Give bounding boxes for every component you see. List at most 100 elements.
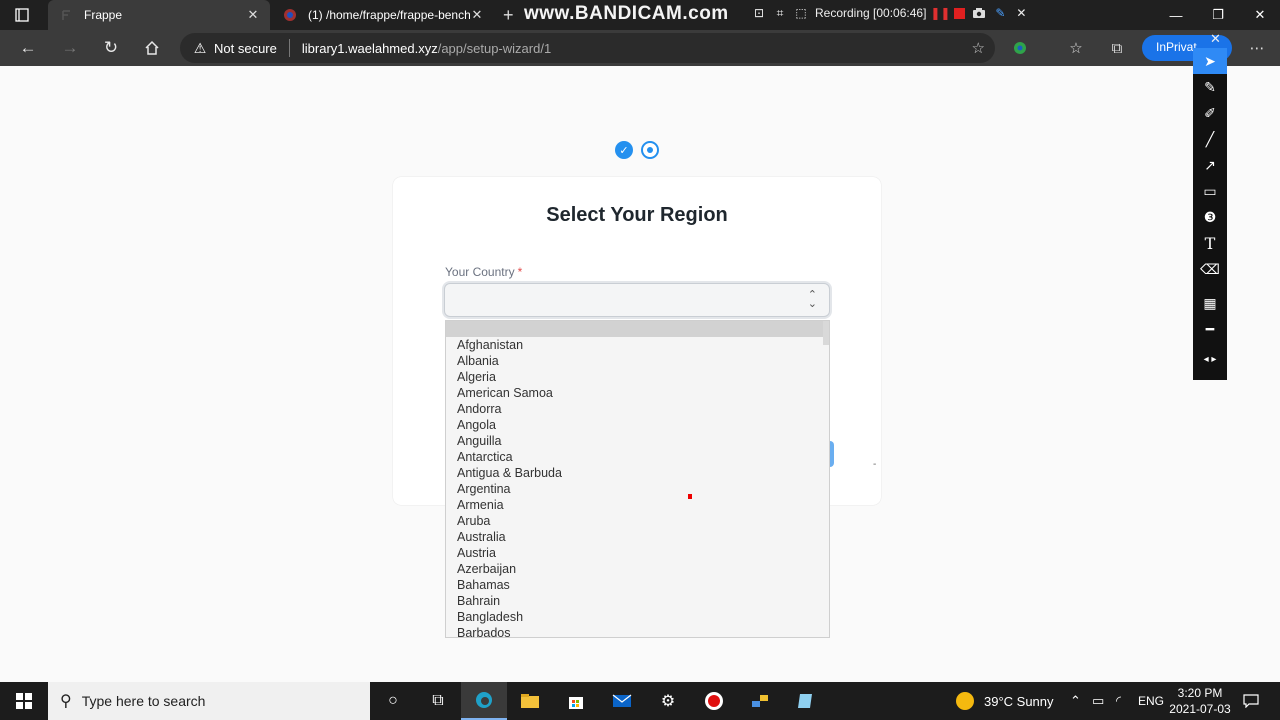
clock-date: 2021-07-03: [1169, 702, 1231, 716]
favorites-icon[interactable]: ☆: [1066, 38, 1086, 58]
country-select[interactable]: ⌃ ⌄: [444, 283, 830, 317]
window-close-button[interactable]: ✕: [1238, 0, 1280, 30]
country-label-text: Your Country: [445, 265, 515, 279]
warning-icon: ⚠: [193, 39, 207, 56]
mail-icon[interactable]: [599, 682, 645, 720]
hidden-icons-chevron-up-icon[interactable]: ⌃: [1070, 682, 1081, 720]
dropdown-option[interactable]: Argentina: [446, 481, 829, 497]
pencil-icon[interactable]: ✎: [993, 6, 1007, 20]
tab-frappe-bench[interactable]: (1) /home/frappe/frappe-bench/ ✕: [272, 0, 494, 30]
tab-title: Frappe: [84, 8, 123, 22]
start-button[interactable]: [0, 682, 48, 720]
store-icon[interactable]: [553, 682, 599, 720]
dropdown-option[interactable]: Aruba: [446, 513, 829, 529]
cursor-icon[interactable]: ➤: [1193, 48, 1227, 74]
rectangle-icon[interactable]: ▭: [1193, 178, 1227, 204]
clock[interactable]: 3:20 PM 2021-07-03: [1168, 685, 1232, 717]
notifications-icon[interactable]: [1243, 682, 1259, 720]
recording-controls: ⊡ ⌗ ⬚ Recording [00:06:46] ❚❚ ✎ ✕: [752, 6, 1028, 21]
weather-widget[interactable]: 39°C Sunny: [956, 682, 1054, 720]
notepad-icon[interactable]: [783, 682, 829, 720]
dropdown-option[interactable]: Anguilla: [446, 433, 829, 449]
address-bar[interactable]: ⚠ Not secure library1.waelahmed.xyz/app/…: [180, 33, 995, 63]
taskbar-search[interactable]: ⚲ Type here to search: [48, 682, 370, 720]
text-icon[interactable]: T: [1193, 230, 1227, 256]
collapse-icon[interactable]: ◂ ▸: [1193, 346, 1227, 372]
cortana-icon[interactable]: ○: [370, 682, 416, 720]
dash-text: -: [873, 459, 877, 470]
dropdown-option[interactable]: American Samoa: [446, 385, 829, 401]
dropdown-option[interactable]: Angola: [446, 417, 829, 433]
file-explorer-icon[interactable]: [507, 682, 553, 720]
search-placeholder: Type here to search: [81, 693, 206, 709]
dropdown-option[interactable]: Antarctica: [446, 449, 829, 465]
refresh-icon[interactable]: ↻: [99, 36, 123, 60]
country-dropdown-list[interactable]: Afghanistan Albania Algeria American Samoa A…: [445, 320, 830, 638]
close-icon[interactable]: ✕: [470, 7, 484, 23]
minimize-button[interactable]: —: [1154, 0, 1198, 30]
extension-icon[interactable]: [1010, 38, 1030, 58]
highlighter-icon[interactable]: ✐: [1193, 100, 1227, 126]
bandicam-icon[interactable]: [691, 682, 737, 720]
color-palette-icon[interactable]: ▦: [1193, 290, 1227, 316]
dropdown-option[interactable]: Albania: [446, 353, 829, 369]
dropdown-option[interactable]: Barbados: [446, 625, 829, 637]
new-tab-button[interactable]: +: [503, 5, 514, 26]
dropdown-option[interactable]: Antigua & Barbuda: [446, 465, 829, 481]
task-view-icon[interactable]: ⧉: [415, 682, 461, 720]
close-icon[interactable]: ✕: [246, 7, 260, 23]
dropdown-scrollbar[interactable]: [823, 321, 829, 345]
eraser-icon[interactable]: ⌫: [1193, 256, 1227, 282]
dropdown-option[interactable]: Bangladesh: [446, 609, 829, 625]
camera-icon[interactable]: [972, 6, 986, 20]
edge-icon[interactable]: [461, 682, 507, 720]
fullscreen-icon[interactable]: ⊡: [752, 6, 766, 20]
forward-arrow-icon[interactable]: →: [58, 36, 82, 60]
settings-gear-icon[interactable]: ⚙: [645, 682, 691, 720]
close-icon[interactable]: ✕: [1210, 31, 1221, 47]
dropdown-option[interactable]: Afghanistan: [446, 337, 829, 353]
line-width-icon[interactable]: ━: [1193, 316, 1227, 342]
maximize-button[interactable]: ❐: [1196, 0, 1240, 30]
dropdown-option[interactable]: Armenia: [446, 497, 829, 513]
tab-frappe[interactable]: Frappe ✕: [48, 0, 270, 30]
wizard-steps: ✓: [615, 141, 659, 159]
more-icon[interactable]: ⋯: [1247, 38, 1267, 58]
drawing-toolbar: ➤ ✎ ✐ ╱ ↗ ▭ ❸ T ⌫ ▦ ━ ◂ ▸: [1193, 48, 1227, 380]
required-mark: *: [517, 265, 523, 279]
window-select-icon[interactable]: ⬚: [794, 6, 808, 20]
home-icon[interactable]: [140, 36, 164, 60]
tab-actions-icon[interactable]: [12, 6, 32, 24]
battery-icon[interactable]: ▭: [1092, 682, 1104, 720]
dropdown-option[interactable]: Algeria: [446, 369, 829, 385]
dropdown-option[interactable]: Australia: [446, 529, 829, 545]
browser-tab-strip: Frappe ✕ (1) /home/frappe/frappe-bench/ …: [0, 0, 1280, 30]
pause-icon[interactable]: ❚❚: [930, 6, 950, 20]
close-icon[interactable]: ✕: [1014, 6, 1028, 20]
add-favorite-icon[interactable]: ☆: [972, 39, 985, 57]
stop-icon[interactable]: [954, 7, 966, 19]
weather-text: 39°C Sunny: [984, 693, 1054, 709]
dropdown-option[interactable]: Austria: [446, 545, 829, 561]
bandicam-watermark: www.BANDICAM.com: [524, 3, 729, 24]
back-arrow-icon[interactable]: ←: [16, 36, 40, 60]
wifi-icon[interactable]: ◜: [1116, 682, 1121, 720]
collections-icon[interactable]: ⧉: [1107, 38, 1127, 58]
clock-time: 3:20 PM: [1177, 686, 1223, 700]
dropdown-option[interactable]: Bahamas: [446, 577, 829, 593]
network-app-icon[interactable]: [737, 682, 783, 720]
language-indicator[interactable]: ENG: [1138, 682, 1164, 720]
line-icon[interactable]: ╱: [1193, 126, 1227, 152]
dropdown-empty-option[interactable]: [446, 321, 829, 337]
numbering-icon[interactable]: ❸: [1193, 204, 1227, 230]
github-favicon-icon: [282, 7, 298, 23]
page-title: Select Your Region: [546, 204, 728, 226]
dropdown-option[interactable]: Bahrain: [446, 593, 829, 609]
dropdown-option[interactable]: Azerbaijan: [446, 561, 829, 577]
region-select-icon[interactable]: ⌗: [773, 6, 787, 20]
country-field-label: Your Country *: [445, 265, 522, 279]
url-host: library1.waelahmed.xyz: [301, 40, 438, 56]
dropdown-option[interactable]: Andorra: [446, 401, 829, 417]
arrow-draw-icon[interactable]: ↗: [1193, 152, 1227, 178]
pen-icon[interactable]: ✎: [1193, 74, 1227, 100]
